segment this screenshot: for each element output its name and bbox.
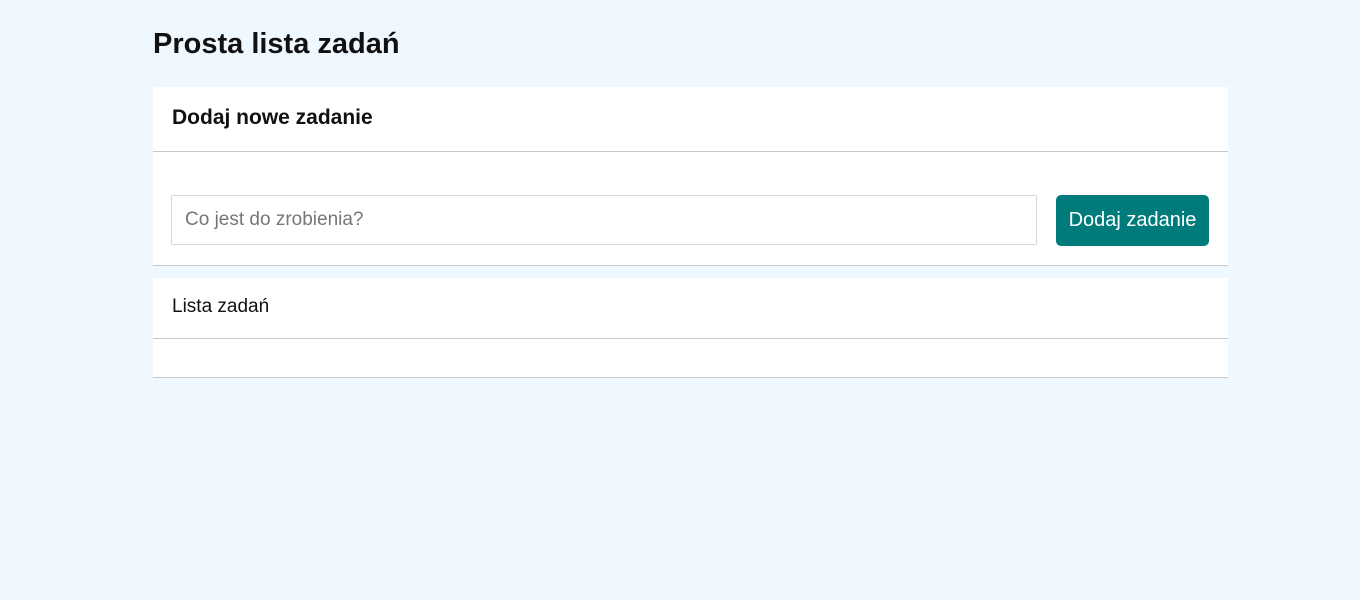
add-task-button[interactable]: Dodaj zadanie [1056,195,1209,246]
task-list-card: Lista zadań [153,278,1228,378]
page-title: Prosta lista zadań [153,28,400,60]
task-list-title: Lista zadań [172,296,270,317]
task-input[interactable] [171,195,1037,245]
add-task-card: Dodaj nowe zadanie Dodaj zadanie [153,87,1228,266]
add-task-header: Dodaj nowe zadanie [153,87,1228,152]
task-list [153,339,1228,378]
add-task-form: Dodaj zadanie [171,195,1209,246]
add-task-title: Dodaj nowe zadanie [172,106,373,129]
task-list-header: Lista zadań [153,278,1228,339]
